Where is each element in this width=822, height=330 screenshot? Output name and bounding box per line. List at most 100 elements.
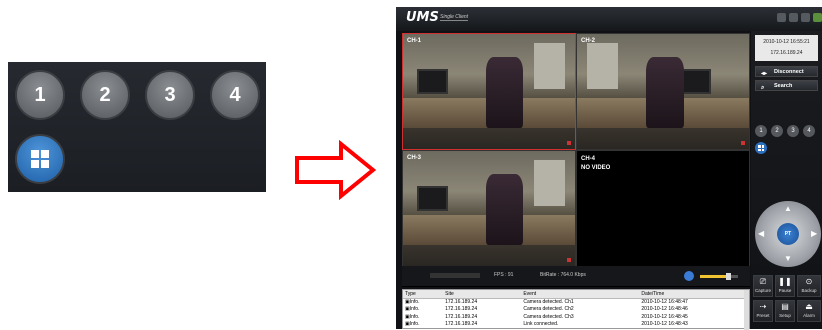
ptz-control[interactable]: ▲ ▼ ◀ ▶ PT	[755, 201, 821, 267]
status-bar: FPS : 91 BitRate : 764.0 Kbps	[402, 266, 750, 286]
pan-down-icon[interactable]: ▼	[784, 254, 792, 263]
camera-tile-ch3[interactable]: CH-3	[402, 150, 576, 267]
col-site[interactable]: Site	[443, 290, 522, 299]
camera-tile-ch1[interactable]: CH-1	[402, 33, 576, 150]
disconnect-label: Disconnect	[774, 69, 804, 75]
split-1-mini-button[interactable]: 1	[755, 125, 767, 137]
connection-info: 2010-10-12 16:55:21 172.16.189.24	[755, 35, 818, 61]
mini-label: 1	[759, 128, 763, 134]
disconnect-icon: ◂▸	[761, 71, 768, 77]
volume-slider[interactable]	[700, 273, 738, 280]
alarm-icon: ⏏	[805, 302, 813, 311]
backup-icon: ⊙	[805, 277, 813, 286]
pan-left-icon[interactable]: ◀	[758, 229, 764, 238]
mini-label: 2	[775, 128, 779, 134]
col-type[interactable]: Type	[403, 290, 444, 299]
no-video-label: NO VIDEO	[581, 165, 611, 171]
quad-split-mini-button[interactable]	[755, 142, 767, 154]
volume-icon[interactable]	[684, 271, 694, 281]
minimize-icon[interactable]	[777, 13, 786, 22]
channel-label: CH-1	[407, 38, 422, 44]
log-type: Info.	[409, 299, 420, 305]
pan-right-icon[interactable]: ▶	[811, 229, 817, 238]
log-time: 2010-10-12 16:48:43	[641, 321, 688, 328]
split-4-label: 4	[229, 83, 241, 106]
pause-icon: ❚❚	[778, 277, 792, 286]
split-4-button[interactable]: 4	[210, 70, 260, 120]
zoomed-split-panel: 1 2 3 4	[8, 62, 266, 192]
disconnect-button[interactable]: ◂▸ Disconnect	[755, 66, 818, 77]
split-3-mini-button[interactable]: 3	[787, 125, 799, 137]
split-1-label: 1	[34, 83, 46, 106]
split-3-label: 3	[164, 83, 176, 106]
tool-label: Capture	[754, 288, 771, 293]
ptz-center-button[interactable]: PT	[777, 223, 799, 245]
log-time: 2010-10-12 16:48:46	[641, 306, 688, 313]
capture-button[interactable]: ⎚ Capture	[753, 275, 773, 297]
log-type: Info.	[409, 321, 420, 328]
table-row[interactable]: ▣Info. 172.16.189.24 Camera detected. Ch…	[403, 298, 749, 306]
log-time: 2010-10-12 16:48:45	[641, 313, 688, 320]
search-button[interactable]: ⌕ Search	[755, 80, 818, 91]
volume-knob[interactable]	[726, 273, 731, 280]
split-1-button[interactable]: 1	[15, 70, 65, 120]
quad-grid-icon	[758, 145, 764, 151]
log-site: 172.16.189.24	[445, 321, 478, 328]
backup-button[interactable]: ⊙ Backup	[797, 275, 821, 297]
col-datetime[interactable]: Date/Time	[639, 290, 749, 299]
tool-label: Preset	[756, 313, 770, 318]
pause-button[interactable]: ❚❚ Pause	[775, 275, 795, 297]
volume-fill	[700, 275, 728, 278]
table-row[interactable]: ▣Info. 172.16.189.24 Camera detected. Ch…	[403, 306, 749, 314]
pan-up-icon[interactable]: ▲	[784, 204, 792, 213]
record-indicator	[741, 141, 745, 145]
log-scrollbar[interactable]	[744, 290, 749, 330]
fps-readout: FPS : 91	[494, 272, 514, 278]
setup-icon: ▤	[781, 302, 789, 311]
preset-button[interactable]: ⇢ Preset	[753, 300, 773, 322]
camera-tile-ch4[interactable]: CH-4 NO VIDEO	[576, 150, 750, 267]
datetime-readout: 2010-10-12 16:55:21	[763, 39, 810, 45]
log-site: 172.16.189.24	[445, 313, 478, 320]
mini-label: 3	[791, 128, 795, 134]
split-2-label: 2	[99, 83, 111, 106]
log-event: Link connected.	[523, 321, 559, 328]
camera-icon: ⎚	[759, 277, 767, 286]
log-site: 172.16.189.24	[445, 299, 478, 305]
channel-label: CH-3	[407, 155, 422, 161]
bitrate-readout: BitRate : 764.0 Kbps	[540, 272, 586, 278]
split-2-button[interactable]: 2	[80, 70, 130, 120]
app-subtitle: Single Client	[440, 14, 469, 21]
table-row[interactable]: ▣Info. 172.16.189.24 Camera detected. Ch…	[403, 313, 749, 321]
search-icon: ⌕	[761, 85, 765, 91]
log-site: 172.16.189.24	[445, 306, 478, 313]
quad-split-button[interactable]	[15, 134, 65, 184]
log-time: 2010-10-12 16:48:47	[641, 299, 688, 305]
split-4-mini-button[interactable]: 4	[803, 125, 815, 137]
channel-label: CH-4	[581, 156, 596, 162]
setup-button[interactable]: ▤ Setup	[775, 300, 795, 322]
split-3-button[interactable]: 3	[145, 70, 195, 120]
log-type: Info.	[409, 306, 420, 313]
alarm-button[interactable]: ⏏ Alarm	[797, 300, 821, 322]
channel-label: CH-2	[581, 38, 596, 44]
app-logo: UMS	[406, 10, 439, 25]
col-event[interactable]: Event	[521, 290, 640, 299]
maximize-icon[interactable]	[789, 13, 798, 22]
split-2-mini-button[interactable]: 2	[771, 125, 783, 137]
tool-label: Setup	[779, 313, 791, 318]
buffer-bar	[430, 273, 480, 278]
camera-tile-ch2[interactable]: CH-2	[576, 33, 750, 150]
log-type: Info.	[409, 313, 420, 320]
log-event: Camera detected. Ch1	[523, 299, 574, 305]
right-arrow-icon	[295, 140, 377, 200]
tool-label: Backup	[801, 288, 817, 293]
ums-window: UMS Single Client CH-1 CH-2 CH-3 CH-4 NO…	[396, 7, 822, 330]
quad-grid-icon	[31, 150, 49, 168]
mini-label: 4	[807, 128, 811, 134]
table-row[interactable]: ▣Info. 172.16.189.24 Link connected. 201…	[403, 321, 749, 329]
window-controls	[777, 13, 822, 22]
tool-label: Alarm	[803, 313, 815, 318]
restore-icon[interactable]	[801, 13, 810, 22]
close-icon[interactable]	[813, 13, 822, 22]
